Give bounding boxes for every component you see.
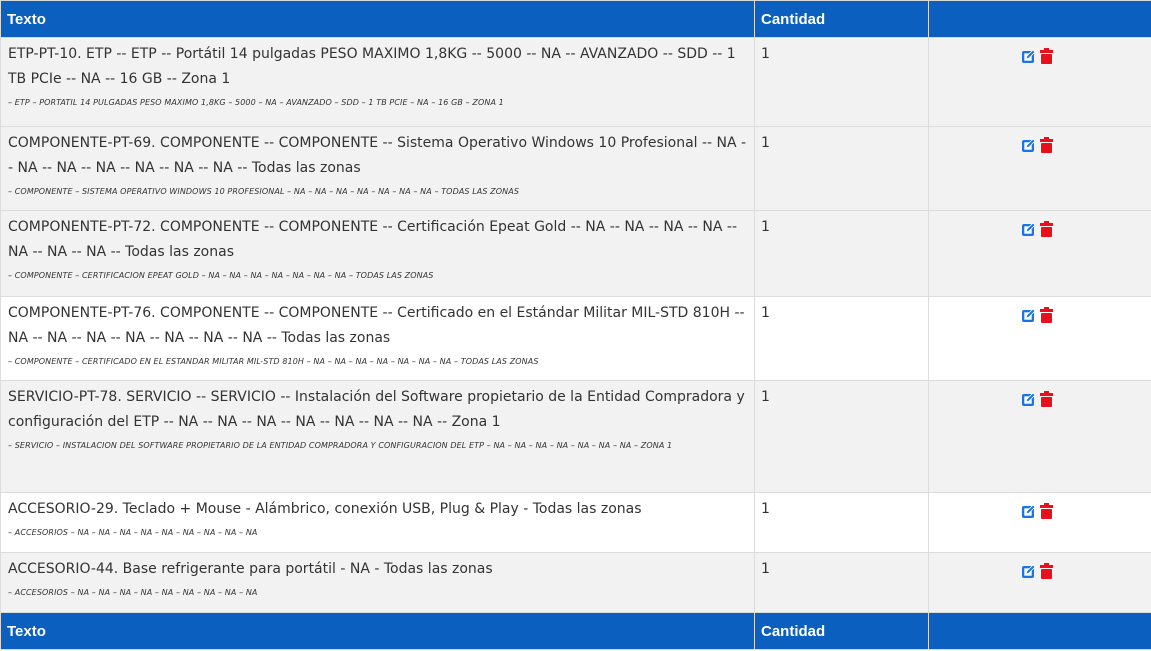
edit-icon[interactable] [1021, 307, 1037, 323]
table-row: SERVICIO-PT-78. SERVICIO -- SERVICIO -- … [0, 380, 1151, 493]
item-quantity: 1 [754, 37, 929, 127]
item-text: ACCESORIO-29. Teclado + Mouse - Alámbric… [8, 501, 642, 517]
table-row: ACCESORIO-44. Base refrigerante para por… [0, 552, 1151, 613]
table-row: ETP-PT-10. ETP -- ETP -- Portátil 14 pul… [0, 37, 1151, 127]
cell-texto: COMPONENTE-PT-72. COMPONENTE -- COMPONEN… [0, 210, 755, 297]
item-detail: – ACCESORIOS – NA – NA – NA – NA – NA – … [8, 528, 258, 537]
cell-texto: SERVICIO-PT-78. SERVICIO -- SERVICIO -- … [0, 380, 755, 493]
table-body: ETP-PT-10. ETP -- ETP -- Portátil 14 pul… [0, 37, 1151, 613]
item-text: COMPONENTE-PT-69. COMPONENTE -- COMPONEN… [8, 135, 747, 176]
footer-texto[interactable]: Texto [0, 612, 755, 650]
trash-icon[interactable] [1039, 391, 1053, 407]
item-detail: – COMPONENTE – CERTIFICADO EN EL ESTANDA… [8, 357, 539, 366]
edit-icon[interactable] [1021, 391, 1037, 407]
trash-icon[interactable] [1039, 307, 1053, 323]
item-text: SERVICIO-PT-78. SERVICIO -- SERVICIO -- … [8, 389, 745, 430]
footer-cantidad[interactable]: Cantidad [754, 612, 929, 650]
table-footer: Texto Cantidad [0, 612, 1151, 650]
table-row: COMPONENTE-PT-69. COMPONENTE -- COMPONEN… [0, 126, 1151, 211]
item-detail: – ETP – PORTATIL 14 PULGADAS PESO MAXIMO… [8, 98, 504, 107]
item-quantity: 1 [754, 296, 929, 381]
cell-actions [928, 296, 1151, 381]
edit-icon[interactable] [1021, 48, 1037, 64]
trash-icon[interactable] [1039, 48, 1053, 64]
header-acciones [928, 0, 1151, 38]
item-text: ETP-PT-10. ETP -- ETP -- Portátil 14 pul… [8, 46, 736, 87]
items-table: Texto Cantidad ETP-PT-10. ETP -- ETP -- … [0, 0, 1151, 650]
item-detail: – SERVICIO – INSTALACION DEL SOFTWARE PR… [8, 441, 673, 450]
table-row: COMPONENTE-PT-72. COMPONENTE -- COMPONEN… [0, 210, 1151, 297]
item-quantity: 1 [754, 126, 929, 211]
item-quantity: 1 [754, 492, 929, 553]
trash-icon[interactable] [1039, 503, 1053, 519]
header-cantidad[interactable]: Cantidad [754, 0, 929, 38]
item-text: ACCESORIO-44. Base refrigerante para por… [8, 561, 493, 577]
header-texto[interactable]: Texto [0, 0, 755, 38]
cell-actions [928, 126, 1151, 211]
edit-icon[interactable] [1021, 563, 1037, 579]
cell-texto: ETP-PT-10. ETP -- ETP -- Portátil 14 pul… [0, 37, 755, 127]
item-quantity: 1 [754, 210, 929, 297]
table-header: Texto Cantidad [0, 0, 1151, 38]
edit-icon[interactable] [1021, 221, 1037, 237]
item-detail: – COMPONENTE – CERTIFICACION EPEAT GOLD … [8, 271, 434, 280]
table-row: ACCESORIO-29. Teclado + Mouse - Alámbric… [0, 492, 1151, 553]
item-detail: – COMPONENTE – SISTEMA OPERATIVO WINDOWS… [8, 187, 519, 196]
item-text: COMPONENTE-PT-76. COMPONENTE -- COMPONEN… [8, 305, 745, 346]
cell-texto: ACCESORIO-44. Base refrigerante para por… [0, 552, 755, 613]
trash-icon[interactable] [1039, 563, 1053, 579]
cell-actions [928, 492, 1151, 553]
item-quantity: 1 [754, 380, 929, 493]
edit-icon[interactable] [1021, 503, 1037, 519]
footer-acciones [928, 612, 1151, 650]
cell-texto: ACCESORIO-29. Teclado + Mouse - Alámbric… [0, 492, 755, 553]
cell-texto: COMPONENTE-PT-76. COMPONENTE -- COMPONEN… [0, 296, 755, 381]
cell-actions [928, 552, 1151, 613]
trash-icon[interactable] [1039, 137, 1053, 153]
trash-icon[interactable] [1039, 221, 1053, 237]
table-row: COMPONENTE-PT-76. COMPONENTE -- COMPONEN… [0, 296, 1151, 381]
cell-actions [928, 380, 1151, 493]
cell-actions [928, 210, 1151, 297]
item-quantity: 1 [754, 552, 929, 613]
edit-icon[interactable] [1021, 137, 1037, 153]
cell-actions [928, 37, 1151, 127]
item-text: COMPONENTE-PT-72. COMPONENTE -- COMPONEN… [8, 219, 738, 260]
item-detail: – ACCESORIOS – NA – NA – NA – NA – NA – … [8, 588, 258, 597]
cell-texto: COMPONENTE-PT-69. COMPONENTE -- COMPONEN… [0, 126, 755, 211]
